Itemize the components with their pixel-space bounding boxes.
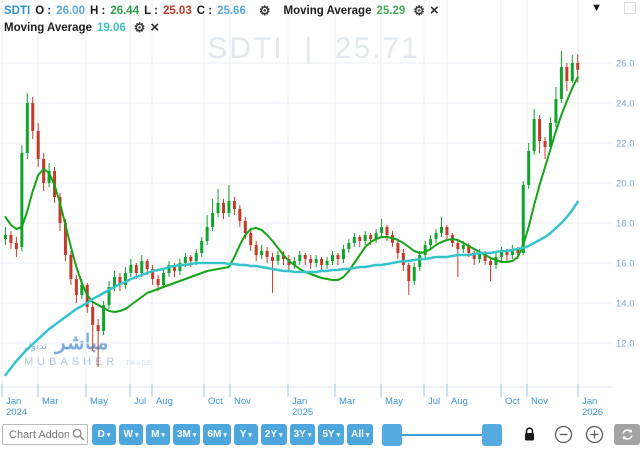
x-axis-year-label: 2026 — [582, 407, 603, 418]
caret-down-icon: ▾ — [337, 431, 341, 439]
period-button-2y[interactable]: 2Y▾ — [261, 424, 287, 445]
y-axis-tick-label: 26.0 — [616, 59, 635, 70]
x-axis-month-label: Aug — [451, 396, 468, 407]
zoom-out-icon[interactable] — [554, 425, 573, 444]
caret-down-icon: ▾ — [248, 431, 252, 439]
x-axis-year-label: 2025 — [292, 407, 313, 418]
ma2-remove-icon[interactable]: × — [150, 22, 159, 33]
grid-layer — [0, 0, 612, 387]
ma1-label: Moving Average — [284, 5, 372, 17]
moving-average-short-line[interactable] — [6, 77, 578, 312]
ma2-value: 19.06 — [97, 22, 126, 34]
candles-layer — [4, 51, 579, 367]
top-right-controls: ▼ — [591, 2, 636, 14]
x-axis-month-label: Jan — [6, 396, 21, 407]
x-axis-month-label: Jul — [134, 396, 146, 407]
y-axis-tick-label: 20.0 — [616, 179, 635, 190]
x-axis-month-label: Nov — [234, 396, 251, 407]
price-chart-svg[interactable]: 26.024.022.020.018.016.014.012.0Jan2024M… — [0, 0, 640, 420]
range-slider-left-handle[interactable] — [382, 424, 402, 446]
refresh-icon — [621, 428, 634, 441]
search-icon[interactable] — [72, 428, 85, 441]
x-axis-month-label: Mar — [42, 396, 58, 407]
period-button-3m[interactable]: 3M▾ — [173, 424, 200, 445]
range-slider[interactable] — [382, 424, 502, 446]
x-axis-month-label: Nov — [531, 396, 548, 407]
chart-application: SDTI | 25.71 مباشر تداول MUBASHER TRADE … — [0, 0, 640, 449]
low-value: 25.03 — [163, 5, 192, 17]
lock-icon[interactable] — [523, 427, 536, 442]
legend-row-ma2: Moving Average 19.06 ⚙ × — [4, 19, 444, 36]
caret-down-icon: ▾ — [107, 431, 111, 439]
refresh-button[interactable] — [614, 424, 640, 445]
close-label: C : — [197, 5, 212, 17]
range-slider-right-handle[interactable] — [482, 424, 502, 446]
period-button-3y[interactable]: 3Y▾ — [290, 424, 316, 445]
y-axis-tick-label: 16.0 — [616, 259, 635, 270]
ma1-settings-gear-icon[interactable]: ⚙ — [413, 3, 425, 19]
close-value: 25.66 — [217, 5, 246, 17]
period-button-5y[interactable]: 5Y▾ — [318, 424, 344, 445]
caret-down-icon: ▾ — [135, 431, 139, 439]
period-button-y[interactable]: Y▾ — [234, 424, 258, 445]
moving-average-long-line[interactable] — [6, 202, 578, 375]
y-axis-tick-label: 12.0 — [616, 339, 635, 350]
ma2-settings-gear-icon[interactable]: ⚙ — [134, 20, 146, 36]
y-axis-tick-label: 24.0 — [616, 99, 635, 110]
y-axis-tick-label: 22.0 — [616, 139, 635, 150]
x-axis-month-label: Jan — [582, 396, 597, 407]
ma1-remove-icon[interactable]: × — [430, 5, 439, 16]
series-settings-gear-icon[interactable]: ⚙ — [259, 3, 271, 19]
caret-down-icon: ▾ — [366, 431, 370, 439]
chart-addon-search — [2, 424, 88, 445]
period-button-w[interactable]: W▾ — [119, 424, 143, 445]
period-button-m[interactable]: M▾ — [146, 424, 170, 445]
caret-down-icon: ▾ — [279, 431, 283, 439]
period-buttons: D▾ W▾ M▾ 3M▾ 6M▾ Y▾ 2Y▾ 3Y▾ 5Y▾ All▾ — [92, 424, 373, 445]
low-label: L : — [144, 5, 158, 17]
period-button-6m[interactable]: 6M▾ — [203, 424, 230, 445]
y-axis-tick-label: 18.0 — [616, 219, 635, 230]
x-axis-month-label: May — [90, 396, 108, 407]
open-value: 26.00 — [56, 5, 85, 17]
expand-box-icon[interactable] — [624, 2, 636, 14]
caret-down-icon: ▾ — [161, 431, 165, 439]
caret-down-icon: ▾ — [193, 431, 197, 439]
x-axis-month-label: Jan — [292, 396, 307, 407]
x-axis-year-label: 2024 — [6, 407, 27, 418]
x-axis-month-label: May — [385, 396, 403, 407]
bottom-toolbar: D▾ W▾ M▾ 3M▾ 6M▾ Y▾ 2Y▾ 3Y▾ 5Y▾ All▾ — [0, 420, 640, 449]
x-axis-month-label: Oct — [505, 396, 520, 407]
caret-down-icon: ▾ — [223, 431, 227, 439]
symbol-label: SDTI — [4, 5, 30, 17]
legend-row-series: SDTI O : 26.00 H : 26.44 L : 25.03 C : 2… — [4, 2, 444, 19]
open-label: O : — [35, 5, 51, 17]
zoom-in-icon[interactable] — [585, 425, 604, 444]
period-button-d[interactable]: D▾ — [92, 424, 116, 445]
chart-menu-dropdown-icon[interactable]: ▼ — [591, 2, 602, 14]
axis-labels-layer: 26.024.022.020.018.016.014.012.0Jan2024M… — [2, 59, 635, 419]
period-button-all[interactable]: All▾ — [347, 424, 373, 445]
x-axis-month-label: Aug — [156, 396, 173, 407]
x-axis-month-label: Oct — [208, 396, 223, 407]
high-label: H : — [90, 5, 105, 17]
x-axis-month-label: Mar — [339, 396, 355, 407]
ma1-value: 25.29 — [376, 5, 405, 17]
ma2-label: Moving Average — [4, 22, 92, 34]
legend: SDTI O : 26.00 H : 26.44 L : 25.03 C : 2… — [4, 2, 444, 36]
x-axis-month-label: Jul — [428, 396, 440, 407]
high-value: 26.44 — [110, 5, 139, 17]
caret-down-icon: ▾ — [308, 431, 312, 439]
y-axis-tick-label: 14.0 — [616, 299, 635, 310]
